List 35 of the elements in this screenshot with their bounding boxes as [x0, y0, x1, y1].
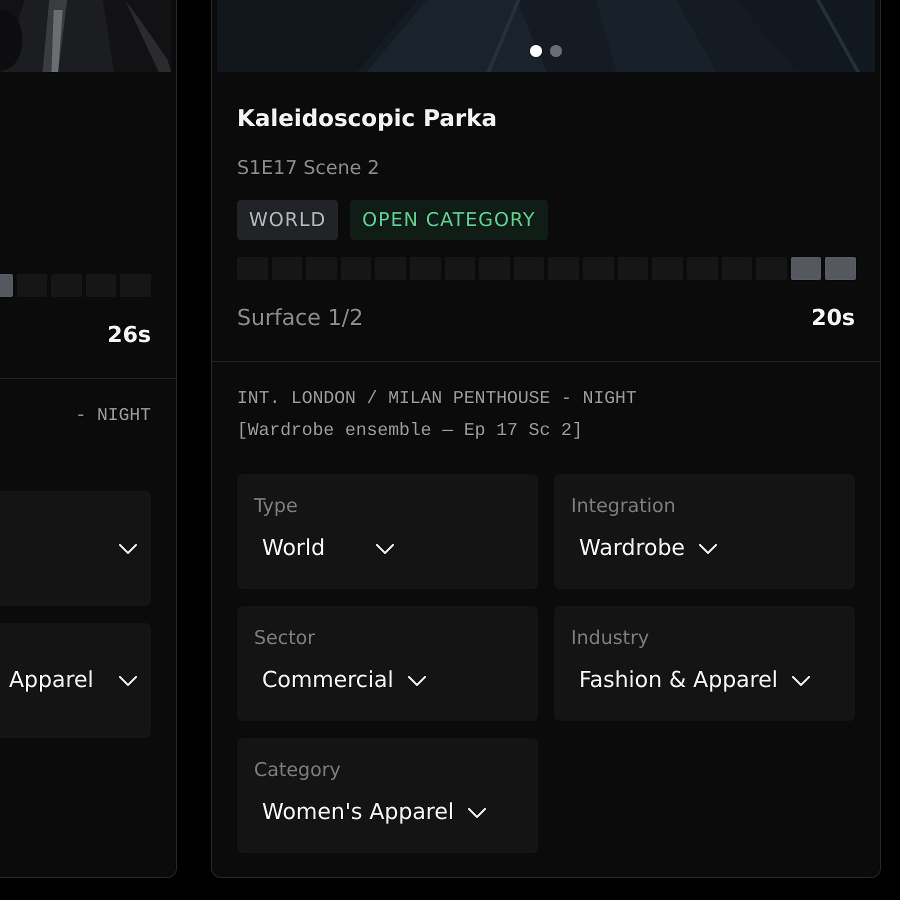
scene-label: S1E17 Scene 2 — [237, 156, 380, 181]
select-field[interactable]: Integration Wardrobe — [554, 474, 855, 589]
select-field[interactable] — [0, 491, 151, 606]
tag: WORLD — [237, 200, 338, 240]
field-label: Integration — [571, 494, 677, 519]
select-field[interactable]: Type World — [237, 474, 538, 589]
chevron-down-icon — [376, 544, 394, 554]
field-value: Women's Apparel — [262, 799, 454, 827]
select-field[interactable]: Sector Commercial — [237, 606, 538, 721]
field-value: Commercial — [262, 667, 394, 695]
field-value: Apparel — [9, 666, 95, 694]
field-label: Industry — [571, 626, 650, 651]
field-label: Category — [254, 758, 342, 783]
chevron-down-icon — [792, 676, 810, 686]
scene-note: [Wardrobe ensemble — Ep 17 Sc 2] — [237, 420, 584, 443]
field-value: Fashion & Apparel — [579, 667, 778, 695]
select-field[interactable]: Industry Fashion & Apparel — [554, 606, 855, 721]
scene-heading: - NIGHT — [75, 405, 151, 428]
field-label: Type — [254, 494, 299, 519]
chevron-down-icon — [698, 544, 717, 554]
scene-heading: INT. LONDON / MILAN PENTHOUSE - NIGHT — [237, 388, 638, 411]
chevron-down-icon — [119, 544, 137, 554]
duration-text: 20s — [811, 306, 855, 330]
chevron-down-icon — [408, 676, 426, 686]
card-title: Kaleidoscopic Parka — [237, 105, 498, 134]
tag: OPEN CATEGORY — [350, 200, 548, 240]
chevron-down-icon — [468, 808, 486, 818]
select-field[interactable]: Apparel — [0, 623, 151, 738]
field-value: Wardrobe — [579, 535, 685, 563]
surface-label: Surface 1/2 — [237, 306, 364, 330]
duration-text: 26s — [107, 322, 151, 348]
field-value: World — [262, 535, 326, 563]
select-field[interactable]: Category Women's Apparel — [237, 738, 538, 853]
chevron-down-icon — [119, 676, 137, 686]
field-label: Sector — [254, 626, 316, 651]
